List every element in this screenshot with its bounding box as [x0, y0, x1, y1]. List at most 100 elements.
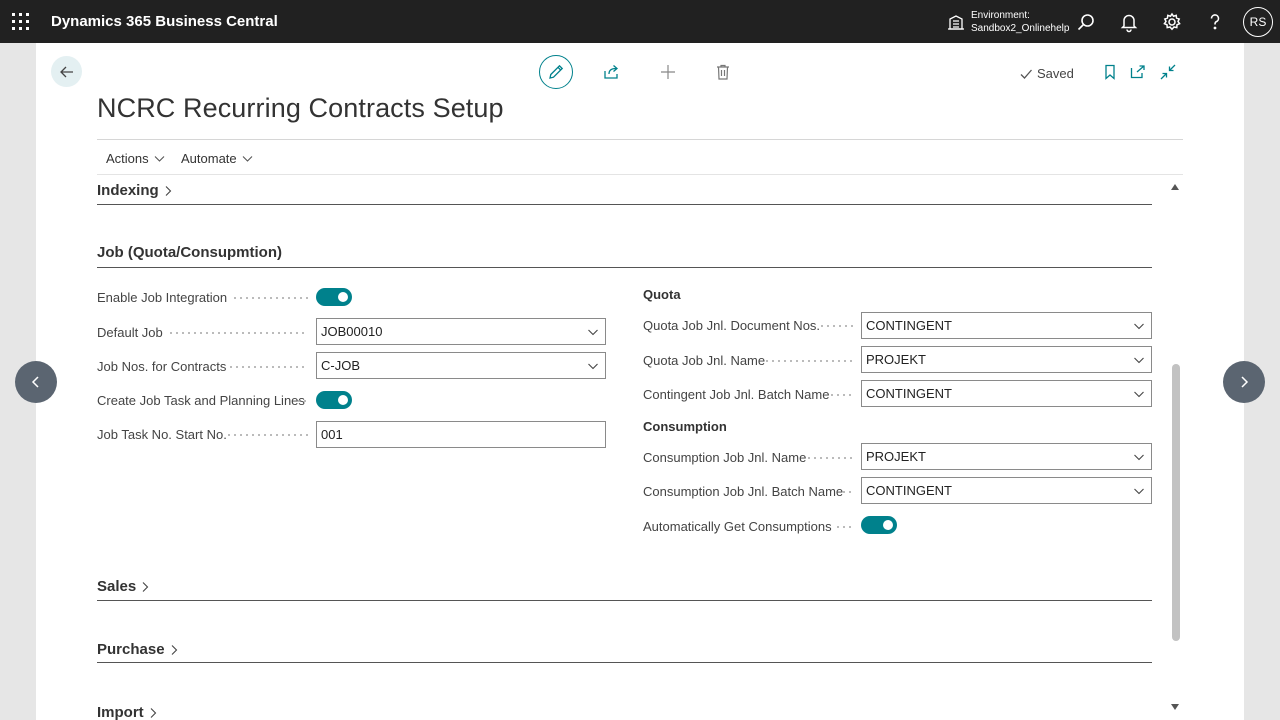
consumption-batch-name-value: CONTINGENT [866, 483, 952, 498]
new-button[interactable] [652, 56, 684, 88]
scrollbar-thumb[interactable] [1172, 364, 1180, 641]
section-indexing-label: Indexing [97, 182, 159, 199]
job-nos-contracts-label: Job Nos. for Contracts [97, 359, 227, 374]
section-sales[interactable]: Sales [97, 578, 150, 595]
leader-dots [232, 297, 308, 299]
chevron-down-icon[interactable] [588, 361, 598, 371]
add-plus-icon [661, 65, 675, 79]
section-purchase[interactable]: Purchase [97, 641, 179, 658]
scroll-down-arrow[interactable] [1171, 704, 1179, 710]
job-task-start-no-value: 001 [321, 427, 343, 442]
automate-menu-label: Automate [181, 151, 237, 166]
bell-icon[interactable] [1118, 11, 1140, 33]
building-icon [948, 15, 964, 30]
open-new-window-icon[interactable] [1130, 64, 1146, 80]
chevron-right-icon [165, 185, 171, 196]
back-button[interactable] [51, 56, 82, 87]
consumption-jnl-name-label: Consumption Job Jnl. Name [643, 450, 807, 465]
quota-jnl-name-field[interactable]: PROJEKT [861, 346, 1152, 373]
app-title[interactable]: Dynamics 365 Business Central [51, 13, 278, 30]
chevron-down-icon[interactable] [588, 327, 598, 337]
job-nos-contracts-field[interactable]: C-JOB [316, 352, 606, 379]
section-job[interactable]: Job (Quota/Consupmtion) [97, 244, 282, 261]
chevron-right-icon [171, 644, 177, 655]
default-job-value: JOB00010 [321, 324, 383, 339]
section-job-divider [97, 267, 1152, 268]
leader-dots [764, 360, 853, 362]
user-avatar[interactable]: RS [1243, 7, 1273, 37]
enable-job-integration-toggle[interactable] [316, 288, 352, 306]
section-purchase-divider [97, 662, 1152, 663]
collapse-icon[interactable] [1160, 64, 1176, 80]
section-indexing[interactable]: Indexing [97, 182, 173, 199]
chevron-right-icon [1241, 376, 1249, 388]
saved-label: Saved [1037, 66, 1074, 81]
edit-pencil-icon [549, 64, 564, 79]
consumption-batch-name-field[interactable]: CONTINGENT [861, 477, 1152, 504]
share-icon [604, 65, 618, 79]
job-task-start-no-field[interactable]: 001 [316, 421, 606, 448]
consumption-jnl-name-field[interactable]: PROJEKT [861, 443, 1152, 470]
environment-value: Sandbox2_Onlinehelp [971, 23, 1070, 34]
contingent-batch-name-value: CONTINGENT [866, 386, 952, 401]
default-job-field[interactable]: JOB00010 [316, 318, 606, 345]
section-sales-divider [97, 600, 1152, 601]
bookmark-icon[interactable] [1102, 64, 1118, 80]
delete-trash-icon [717, 64, 729, 80]
chevron-down-icon[interactable] [1134, 452, 1144, 462]
section-purchase-label: Purchase [97, 641, 165, 658]
checkmark-icon [1020, 69, 1032, 79]
help-icon[interactable] [1204, 11, 1226, 33]
chevron-right-icon [150, 707, 156, 718]
section-import-label: Import [97, 704, 144, 720]
chevron-down-icon[interactable] [1134, 486, 1144, 496]
section-import[interactable]: Import [97, 704, 158, 720]
leader-dots [226, 434, 308, 436]
section-sales-label: Sales [97, 578, 137, 595]
leader-dots [296, 400, 308, 402]
quota-doc-nos-value: CONTINGENT [866, 318, 952, 333]
leader-dots [806, 457, 853, 459]
edit-button[interactable] [539, 55, 573, 89]
job-nos-contracts-value: C-JOB [321, 358, 360, 373]
leader-dots [168, 332, 308, 334]
quota-jnl-name-value: PROJEKT [866, 352, 926, 367]
default-job-label: Default Job [97, 325, 163, 340]
create-job-task-label: Create Job Task and Planning Lines [97, 393, 305, 408]
chevron-down-icon [242, 156, 253, 162]
quota-heading: Quota [643, 287, 681, 302]
consumption-heading: Consumption [643, 419, 727, 434]
automate-menu[interactable]: Automate [181, 151, 253, 166]
delete-button[interactable] [707, 56, 739, 88]
search-icon[interactable] [1075, 11, 1097, 33]
actions-menu[interactable]: Actions [106, 151, 165, 166]
scroll-up-arrow[interactable] [1171, 184, 1179, 190]
leader-dots [841, 491, 853, 493]
apps-waffle-icon[interactable] [12, 13, 29, 30]
previous-record-button[interactable] [15, 361, 57, 403]
consumption-batch-name-label: Consumption Job Jnl. Batch Name [643, 484, 844, 499]
consumption-jnl-name-value: PROJEKT [866, 449, 926, 464]
share-button[interactable] [596, 56, 628, 88]
contingent-batch-name-field[interactable]: CONTINGENT [861, 380, 1152, 407]
quota-doc-nos-label: Quota Job Jnl. Document Nos. [643, 318, 821, 333]
chevron-right-icon [142, 581, 149, 592]
enable-job-integration-label: Enable Job Integration [97, 290, 228, 305]
job-task-start-no-label: Job Task No. Start No. [97, 427, 227, 442]
title-divider [97, 139, 1183, 140]
auto-get-consumptions-toggle[interactable] [861, 516, 897, 534]
create-job-task-toggle[interactable] [316, 391, 352, 409]
chevron-down-icon[interactable] [1134, 355, 1144, 365]
chevron-down-icon[interactable] [1134, 321, 1144, 331]
top-bar: Dynamics 365 Business Central Environmen… [0, 0, 1280, 43]
environment-info[interactable]: Environment: Sandbox2_Onlinehelp [971, 9, 1069, 35]
actions-menu-label: Actions [106, 151, 149, 166]
contingent-batch-name-label: Contingent Job Jnl. Batch Name [643, 387, 830, 402]
gear-icon[interactable] [1161, 11, 1183, 33]
leader-dots [819, 325, 853, 327]
leader-dots [829, 394, 853, 396]
chevron-down-icon[interactable] [1134, 389, 1144, 399]
quota-doc-nos-field[interactable]: CONTINGENT [861, 312, 1152, 339]
quota-jnl-name-label: Quota Job Jnl. Name [643, 353, 766, 368]
next-record-button[interactable] [1223, 361, 1265, 403]
